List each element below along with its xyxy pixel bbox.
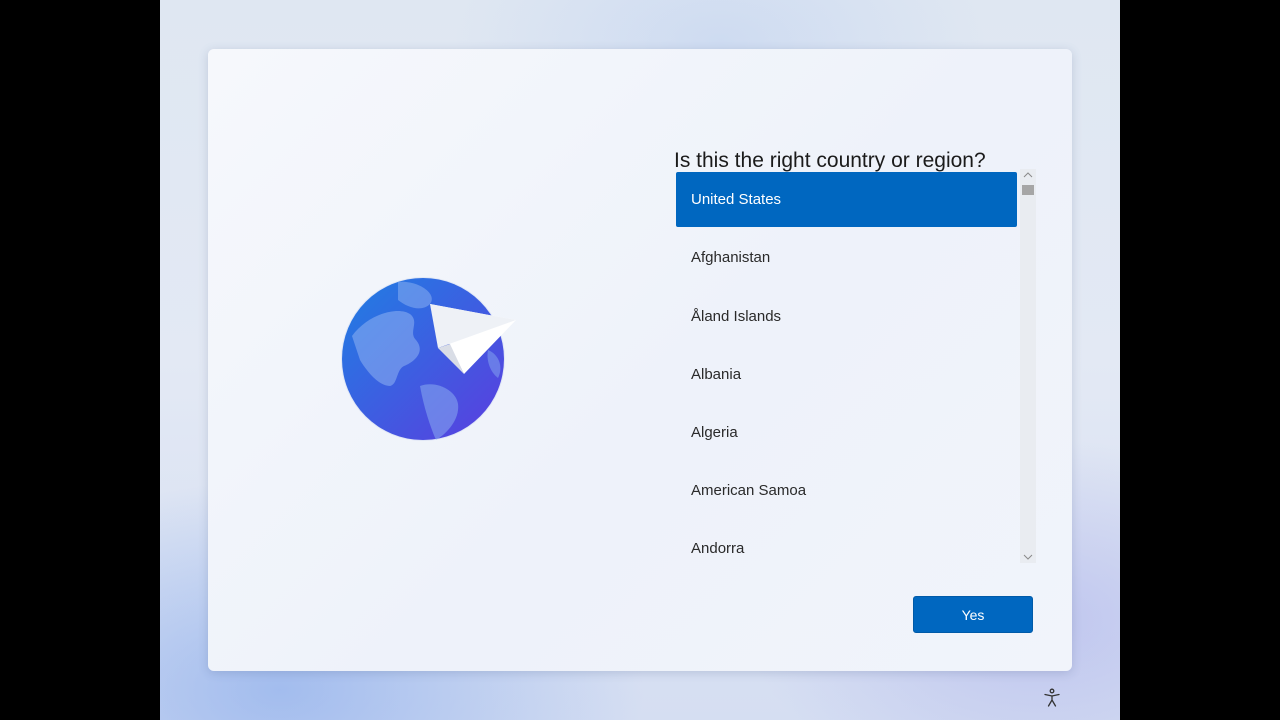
accessibility-icon[interactable] — [1042, 688, 1062, 708]
list-item-algeria[interactable]: Algeria — [676, 405, 1017, 460]
list-item-united-states[interactable]: United States — [676, 172, 1017, 227]
chevron-down-icon[interactable] — [1020, 551, 1036, 563]
list-item-andorra[interactable]: Andorra — [676, 521, 1017, 576]
list-scrollbar[interactable] — [1020, 169, 1036, 563]
page-title: Is this the right country or region? — [674, 149, 986, 172]
list-item-afghanistan[interactable]: Afghanistan — [676, 230, 1017, 285]
setup-card: Is this the right country or region? Uni… — [208, 49, 1072, 671]
list-item-albania[interactable]: Albania — [676, 347, 1017, 402]
chevron-up-icon[interactable] — [1020, 169, 1036, 181]
list-item-aland-islands[interactable]: Åland Islands — [676, 289, 1017, 344]
list-item-american-samoa[interactable]: American Samoa — [676, 463, 1017, 518]
scrollbar-thumb[interactable] — [1022, 185, 1034, 195]
globe-paper-plane-icon — [341, 277, 516, 441]
country-list[interactable]: United States Afghanistan Åland Islands … — [676, 172, 1020, 564]
oobe-screen: Is this the right country or region? Uni… — [160, 0, 1120, 720]
yes-button[interactable]: Yes — [913, 596, 1033, 633]
